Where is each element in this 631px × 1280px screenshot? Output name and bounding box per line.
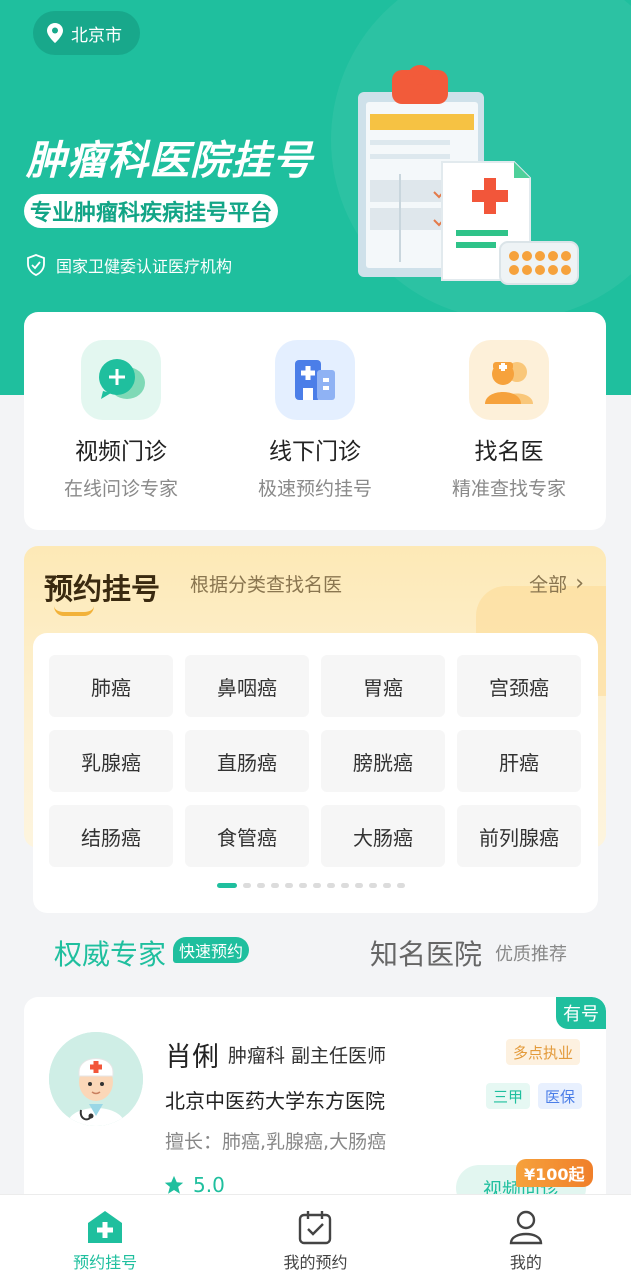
availability-flag: 有号 <box>556 997 606 1029</box>
quick-action-label: 线下门诊 <box>269 439 361 465</box>
calendar-check-icon <box>299 1211 332 1245</box>
booking-all-link[interactable]: 全部 › <box>529 570 584 597</box>
nav-label: 我的预约 <box>283 1253 348 1272</box>
category-item[interactable]: 结肠癌 <box>49 805 173 867</box>
page-dot <box>369 883 377 888</box>
quick-action-video[interactable]: 视频门诊 在线问诊专家 <box>24 312 218 530</box>
page-dot <box>341 883 349 888</box>
page-indicator <box>217 883 411 888</box>
avatar <box>49 1032 143 1126</box>
page-dot <box>217 883 237 888</box>
clipboard-illustration-icon <box>358 65 579 285</box>
quick-action-sub: 精准查找专家 <box>451 478 566 500</box>
tab-experts[interactable]: 权威专家 <box>54 933 166 973</box>
category-item[interactable]: 乳腺癌 <box>49 730 173 792</box>
quick-action-offline[interactable]: 线下门诊 极速预约挂号 <box>218 312 412 530</box>
page-dot <box>257 883 265 888</box>
page-dot <box>243 883 251 888</box>
tag-practice: 多点执业 <box>506 1039 581 1065</box>
page-dot <box>299 883 307 888</box>
category-item[interactable]: 宫颈癌 <box>457 655 581 717</box>
category-item[interactable]: 前列腺癌 <box>457 805 581 867</box>
hero-title: 肿瘤科医院挂号 <box>26 138 313 184</box>
hospitals-sub: 优质推荐 <box>495 944 567 965</box>
category-item[interactable]: 肺癌 <box>49 655 173 717</box>
experts-badge: 快速预约 <box>173 937 250 963</box>
location-city: 北京市 <box>71 25 122 46</box>
quick-action-sub: 极速预约挂号 <box>257 478 372 500</box>
section-tabs: 权威专家 快速预约 知名医院 优质推荐 <box>0 925 631 977</box>
hospital-plus-icon <box>88 1211 123 1243</box>
page-dot <box>313 883 321 888</box>
chevron-right-icon: › <box>575 571 584 596</box>
star-icon <box>164 1175 184 1194</box>
doctor-skill: 擅长：肺癌,乳腺癌,大肠癌 <box>165 1131 387 1153</box>
doctor-dept-title: 肿瘤科 副主任医师 <box>228 1045 387 1067</box>
category-item[interactable]: 食管癌 <box>185 805 309 867</box>
tab-hospitals[interactable]: 知名医院 <box>370 933 482 973</box>
category-grid: 肺癌 鼻咽癌 胃癌 宫颈癌 乳腺癌 直肠癌 膀胱癌 肝癌 结肠癌 食管癌 大肠癌… <box>49 655 582 867</box>
user-icon <box>509 1210 543 1245</box>
tag-insurance: 医保 <box>538 1083 583 1109</box>
location-selector[interactable]: 北京市 <box>33 11 140 55</box>
all-label: 全部 <box>529 574 568 596</box>
quick-action-find-doctor[interactable]: 找名医 精准查找专家 <box>412 312 606 530</box>
booking-subtitle: 根据分类查找名医 <box>190 574 343 596</box>
page-dot <box>327 883 335 888</box>
hero-certification: 国家卫健委认证医疗机构 <box>26 253 232 277</box>
doctor-hospital: 北京中医药大学东方医院 <box>165 1089 385 1113</box>
certification-text: 国家卫健委认证医疗机构 <box>56 257 233 276</box>
category-grid-card: 肺癌 鼻咽癌 胃癌 宫颈癌 乳腺癌 直肠癌 膀胱癌 肝癌 结肠癌 食管癌 大肠癌… <box>33 633 598 913</box>
quick-actions-card: 视频门诊 在线问诊专家 线下门诊 极速预约挂号 找名医 精准查找专家 <box>24 312 606 530</box>
video-chat-icon <box>81 340 161 420</box>
booking-title: 预约挂号 <box>44 572 161 606</box>
category-item[interactable]: 膀胱癌 <box>321 730 445 792</box>
doctor-name: 肖俐 <box>165 1042 219 1073</box>
booking-title-underline <box>54 606 94 616</box>
shield-check-icon <box>27 254 45 276</box>
doctors-icon <box>469 340 549 420</box>
nav-my-appointments[interactable]: 我的预约 <box>210 1195 420 1280</box>
bottom-nav: 预约挂号 我的预约 我的 <box>0 1194 631 1280</box>
nav-booking[interactable]: 预约挂号 <box>0 1195 210 1280</box>
category-item[interactable]: 直肠癌 <box>185 730 309 792</box>
page-dot <box>397 883 405 888</box>
page-dot <box>285 883 293 888</box>
nav-label: 我的 <box>509 1253 542 1272</box>
nav-label: 预约挂号 <box>73 1253 138 1272</box>
doctor-avatar-icon <box>49 1032 143 1126</box>
quick-action-label: 找名医 <box>474 439 544 465</box>
page-dot <box>271 883 279 888</box>
price-badge: ¥100起 <box>516 1159 593 1187</box>
page-dot <box>383 883 391 888</box>
quick-action-label: 视频门诊 <box>75 439 167 465</box>
category-item[interactable]: 胃癌 <box>321 655 445 717</box>
hospital-building-icon <box>275 340 355 420</box>
location-pin-icon <box>47 23 63 43</box>
hero-subtitle: 专业肿瘤科疾病挂号平台 <box>24 194 279 228</box>
category-item[interactable]: 鼻咽癌 <box>185 655 309 717</box>
category-item[interactable]: 大肠癌 <box>321 805 445 867</box>
quick-action-sub: 在线问诊专家 <box>63 478 178 500</box>
category-item[interactable]: 肝癌 <box>457 730 581 792</box>
nav-profile[interactable]: 我的 <box>421 1195 631 1280</box>
page-dot <box>355 883 363 888</box>
tag-grade: 三甲 <box>486 1083 531 1109</box>
